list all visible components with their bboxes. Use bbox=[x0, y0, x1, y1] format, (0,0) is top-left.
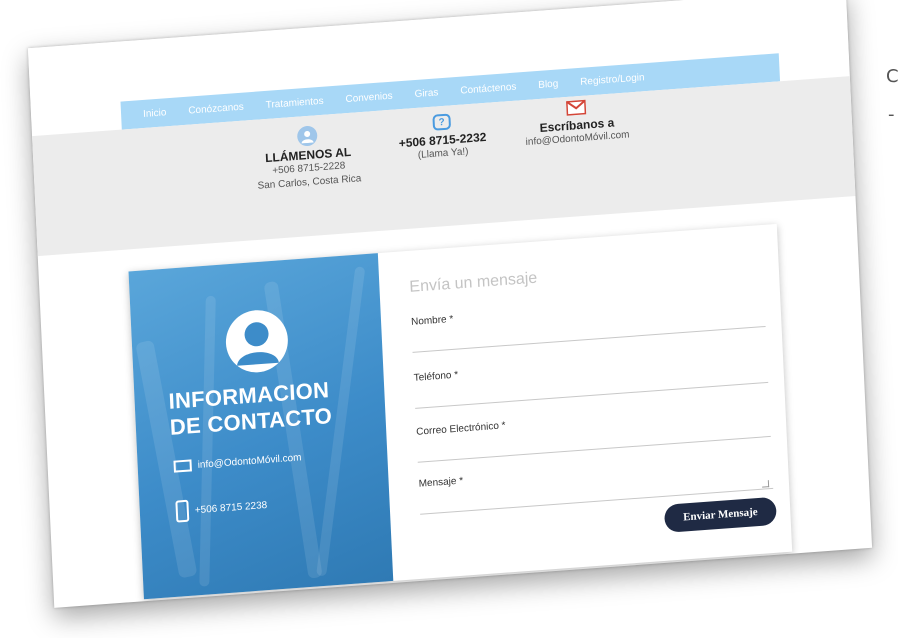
whatsapp-block: ? +506 8715-2232 (Llama Ya!) bbox=[372, 109, 514, 166]
resize-handle-icon[interactable] bbox=[761, 480, 770, 488]
name-field: Nombre * bbox=[411, 291, 766, 353]
form-heading: Envía un mensaje bbox=[409, 269, 538, 296]
contact-card: INFORMACION DE CONTACTO info@OdontoMóvil… bbox=[128, 223, 793, 600]
call-block: LLÁMENOS AL +506 8715-2228 San Carlos, C… bbox=[232, 121, 385, 196]
panel-email[interactable]: info@OdontoMóvil.com bbox=[173, 451, 302, 473]
nav-item-tratamientos[interactable]: Tratamientos bbox=[265, 95, 323, 110]
nav-item-registro-login[interactable]: Registro/Login bbox=[580, 72, 645, 88]
panel-phone-text: +506 8715 2238 bbox=[194, 499, 268, 516]
website-screenshot: Inicio Conózcanos Tratamientos Convenios… bbox=[27, 0, 873, 608]
phone-field: Teléfono * bbox=[414, 347, 769, 409]
nav-item-contactenos[interactable]: Contáctenos bbox=[460, 81, 517, 96]
gmail-icon bbox=[566, 99, 587, 116]
edge-char: - bbox=[888, 104, 895, 125]
nav-item-blog[interactable]: Blog bbox=[538, 78, 558, 90]
send-message-button[interactable]: Enviar Mensaje bbox=[663, 496, 777, 533]
message-form: Envía un mensaje Nombre * Teléfono * Cor… bbox=[408, 225, 777, 578]
panel-email-text: info@OdontoMóvil.com bbox=[197, 451, 302, 471]
nav-item-convenios[interactable]: Convenios bbox=[345, 90, 393, 104]
chat-question-icon: ? bbox=[432, 113, 452, 131]
contact-info-panel: INFORMACION DE CONTACTO info@OdontoMóvil… bbox=[128, 253, 394, 600]
envelope-icon bbox=[173, 459, 192, 473]
nav-item-inicio[interactable]: Inicio bbox=[143, 107, 167, 120]
edge-char: C bbox=[886, 66, 898, 87]
phone-icon bbox=[175, 499, 190, 523]
panel-phone[interactable]: +506 8715 2238 bbox=[175, 494, 267, 523]
email-field: Correo Electrónico * bbox=[416, 401, 771, 463]
email-block: Escríbanos a info@OdontoMóvil.com bbox=[501, 95, 653, 152]
dental-tool-decoration bbox=[199, 295, 216, 587]
nav-item-giras[interactable]: Giras bbox=[414, 87, 438, 100]
person-icon bbox=[296, 125, 318, 147]
nav-item-conozcanos[interactable]: Conózcanos bbox=[188, 101, 244, 116]
